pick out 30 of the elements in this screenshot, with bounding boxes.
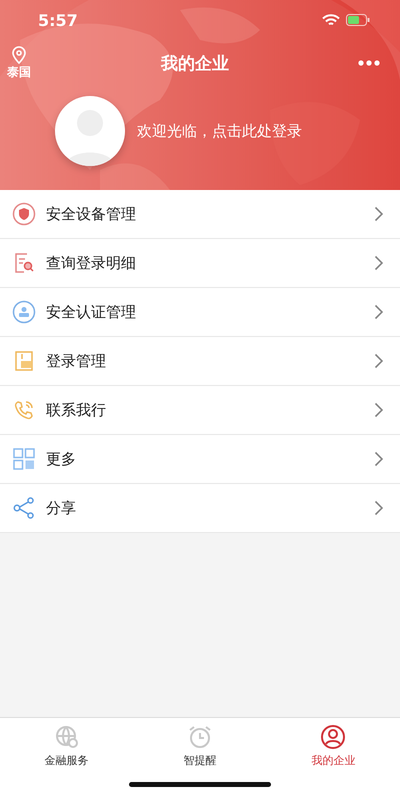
menu-item[interactable]: 分享	[0, 484, 400, 533]
alarm-clock-icon	[186, 724, 213, 750]
chevron-right-icon	[374, 304, 384, 320]
user-icon	[320, 724, 346, 750]
page-title: 我的企业	[161, 52, 229, 74]
shield-icon	[12, 202, 36, 226]
tab[interactable]: 智提醒	[133, 718, 267, 768]
chevron-right-icon	[374, 500, 384, 516]
battery-icon	[346, 14, 370, 26]
menu-item[interactable]: 更多	[0, 435, 400, 484]
chevron-right-icon	[374, 402, 384, 418]
grid-icon	[12, 447, 36, 471]
globe-icon	[54, 724, 80, 750]
tab[interactable]: 金融服务	[0, 718, 134, 768]
menu-item[interactable]: 安全认证管理	[0, 288, 400, 337]
more-icon[interactable]	[358, 60, 380, 66]
chevron-right-icon	[374, 353, 384, 369]
menu-item[interactable]: 联系我行	[0, 386, 400, 435]
status-time: 5:57	[38, 10, 78, 30]
chevron-right-icon	[374, 206, 384, 222]
share-icon	[12, 496, 36, 520]
user-badge-icon	[12, 300, 36, 324]
wifi-icon	[322, 14, 340, 26]
chevron-right-icon	[374, 255, 384, 271]
tab[interactable]: 我的企业	[266, 718, 400, 768]
menu-item[interactable]: 登录管理	[0, 337, 400, 386]
menu-item[interactable]: 查询登录明细	[0, 239, 400, 288]
menu-item[interactable]: 安全设备管理	[0, 190, 400, 239]
location-pin-icon[interactable]	[11, 46, 27, 64]
chevron-right-icon	[374, 451, 384, 467]
